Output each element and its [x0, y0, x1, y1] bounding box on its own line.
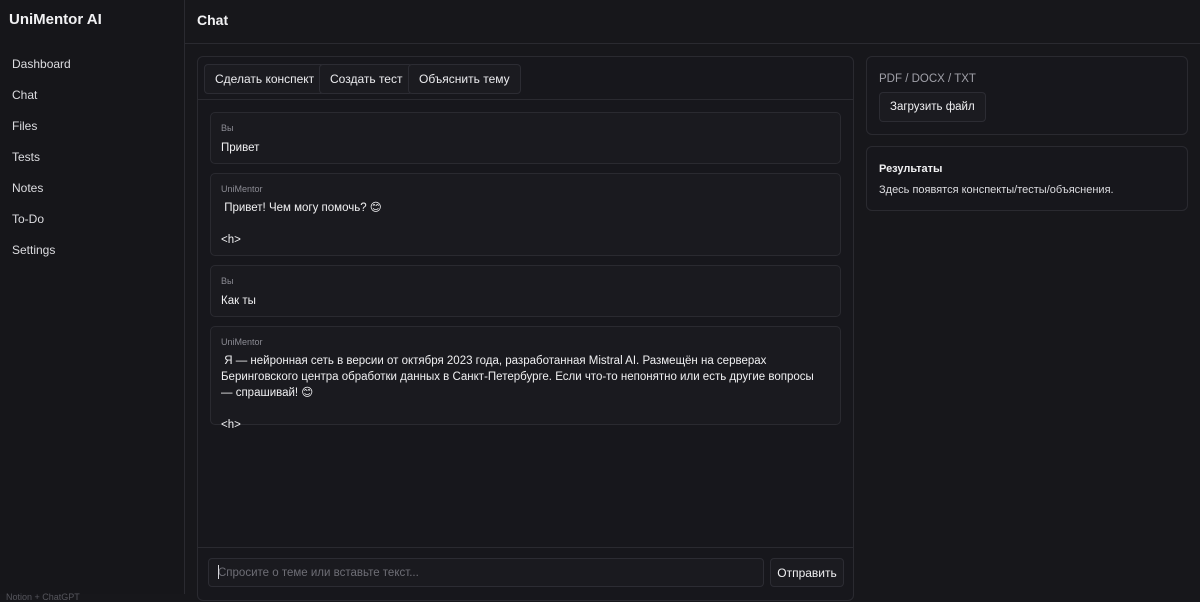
- chat-input[interactable]: [208, 558, 764, 587]
- message-author: UniMentor: [221, 184, 263, 194]
- results-title: Результаты: [879, 163, 943, 175]
- app-title: UniMentor AI: [9, 11, 102, 28]
- composer: Отправить: [198, 547, 853, 601]
- create-test-button[interactable]: Создать тест: [319, 64, 414, 94]
- page-title: Chat: [197, 12, 229, 28]
- upload-card: PDF / DOCX / TXT Загрузить файл: [866, 56, 1188, 135]
- make-summary-button[interactable]: Сделать конспект: [204, 64, 326, 94]
- results-card: Результаты Здесь появятся конспекты/тест…: [866, 146, 1188, 211]
- upload-file-button[interactable]: Загрузить файл: [879, 92, 986, 122]
- sidebar: UniMentor AI Dashboard Chat Files Tests …: [0, 0, 185, 602]
- sidebar-item-files[interactable]: Files: [0, 111, 184, 142]
- message-author: Вы: [221, 123, 234, 133]
- chat-message: UniMentor Я — нейронная сеть в версии от…: [210, 326, 841, 431]
- sidebar-item-dashboard[interactable]: Dashboard: [0, 49, 184, 80]
- send-button[interactable]: Отправить: [770, 558, 844, 587]
- message-text: Привет: [221, 142, 260, 154]
- results-text: Здесь появятся конспекты/тесты/объяснени…: [879, 184, 1114, 196]
- sidebar-nav: Dashboard Chat Files Tests Notes To-Do S…: [0, 49, 184, 266]
- sidebar-item-notes[interactable]: Notes: [0, 173, 184, 204]
- sidebar-item-settings[interactable]: Settings: [0, 235, 184, 266]
- sidebar-item-tests[interactable]: Tests: [0, 142, 184, 173]
- chat-message: Вы Привет: [210, 112, 841, 164]
- message-author: Вы: [221, 276, 234, 286]
- sidebar-item-todo[interactable]: To-Do: [0, 204, 184, 235]
- sidebar-item-chat[interactable]: Chat: [0, 80, 184, 111]
- chat-message: Вы Как ты: [210, 265, 841, 317]
- text-cursor: [218, 565, 219, 579]
- message-text: Привет! Чем могу помочь? 😊 <h>: [221, 202, 382, 246]
- chat-message: UniMentor Привет! Чем могу помочь? 😊 <h>: [210, 173, 841, 256]
- message-text: Как ты: [221, 295, 256, 307]
- message-author: UniMentor: [221, 337, 263, 347]
- explain-topic-button[interactable]: Объяснить тему: [408, 64, 521, 94]
- action-toolbar: Сделать конспект Создать тест Объяснить …: [198, 57, 853, 100]
- chat-panel: Сделать конспект Создать тест Объяснить …: [197, 56, 854, 601]
- page-header: Chat: [185, 0, 1200, 44]
- upload-formats: PDF / DOCX / TXT: [879, 73, 976, 85]
- message-text: Я — нейронная сеть в версии от октября 2…: [221, 355, 814, 431]
